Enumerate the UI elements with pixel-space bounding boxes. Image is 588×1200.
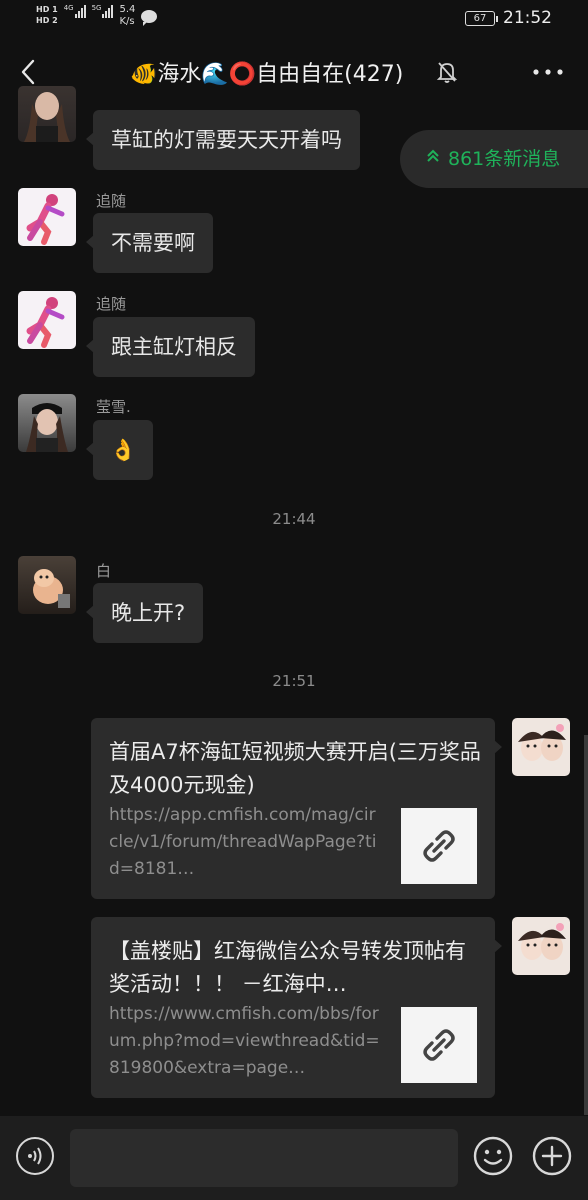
chat-title: 🐠海水🌊⭕自由自在(427) xyxy=(130,62,404,87)
scrollbar[interactable] xyxy=(584,735,588,1115)
hd-1-label: HD 1 xyxy=(36,5,58,14)
clock: 21:52 xyxy=(503,8,552,28)
network-type-2: 5G xyxy=(91,4,102,12)
avatar[interactable] xyxy=(18,394,76,452)
signal-2: 5G xyxy=(92,4,114,18)
double-chevron-up-icon xyxy=(426,131,440,189)
link-card-title: 【盖楼贴】红海微信公众号转发顶帖有奖活动！！！ －红海中… xyxy=(109,939,466,996)
link-card-url: https://app.cmfish.com/mag/circle/v1/for… xyxy=(109,805,377,879)
voice-input-button[interactable] xyxy=(16,1137,54,1175)
signal-1: 4G xyxy=(64,4,86,18)
plus-icon xyxy=(532,1136,572,1176)
link-card-url: https://www.cmfish.com/bbs/forum.php?mod… xyxy=(109,1004,380,1078)
message-bubble[interactable]: 草缸的灯需要天天开着吗 xyxy=(86,110,360,170)
more-functions-button[interactable] xyxy=(532,1136,572,1176)
message-bubble[interactable]: 跟主缸灯相反 xyxy=(86,317,255,377)
link-thumbnail xyxy=(401,808,477,884)
status-left: HD 1 HD 2 4G 5G 5.4 K/s xyxy=(36,4,158,28)
sender-name: 莹雪. xyxy=(96,398,131,416)
network-speed: 5.4 K/s xyxy=(119,4,135,28)
timestamp: 21:44 xyxy=(272,510,316,528)
message-bubble[interactable]: 👌 xyxy=(85,420,154,480)
chat-header: 🐠海水🌊⭕自由自在(427) xyxy=(0,38,588,106)
link-card[interactable]: 首届A7杯海缸短视频大赛开启(三万奖品及4000元现金) https://app… xyxy=(91,718,502,899)
link-thumbnail xyxy=(401,1007,477,1083)
status-right: 67 21:52 xyxy=(465,8,552,28)
back-button[interactable] xyxy=(18,58,40,86)
status-bar: HD 1 HD 2 4G 5G 5.4 K/s 67 21:52 xyxy=(0,0,588,38)
message-notification-icon xyxy=(141,10,158,26)
sender-name: 追随 xyxy=(96,192,127,210)
voice-icon xyxy=(28,1147,42,1165)
message-bubble[interactable]: 晚上开? xyxy=(85,583,204,643)
avatar[interactable] xyxy=(18,86,76,142)
chevron-left-icon xyxy=(21,59,35,85)
avatar[interactable] xyxy=(18,188,76,246)
input-bar xyxy=(0,1116,588,1200)
speed-value: 5.4 xyxy=(119,4,136,15)
sender-name: 白 xyxy=(96,562,112,580)
signal-bars-icon xyxy=(74,4,86,18)
avatar[interactable] xyxy=(18,291,76,349)
new-messages-label: 861条新消息 xyxy=(448,148,561,170)
network-type-1: 4G xyxy=(63,4,74,12)
sim-indicators: HD 1 HD 2 xyxy=(36,4,58,26)
new-messages-button[interactable]: 861条新消息 xyxy=(400,130,588,188)
more-options-button[interactable] xyxy=(530,60,566,84)
more-dots-icon xyxy=(533,69,563,75)
link-icon xyxy=(423,830,455,862)
signal-bars-icon xyxy=(102,4,114,18)
link-card-title: 首届A7杯海缸短视频大赛开启(三万奖品及4000元现金) xyxy=(109,740,481,797)
link-icon xyxy=(423,1029,455,1061)
sender-name: 追随 xyxy=(96,295,127,313)
message-bubble[interactable]: 不需要啊 xyxy=(86,213,213,273)
avatar[interactable] xyxy=(18,556,76,614)
link-card[interactable]: 【盖楼贴】红海微信公众号转发顶帖有奖活动！！！ －红海中… https://ww… xyxy=(91,917,502,1098)
battery-icon: 67 xyxy=(465,10,498,26)
timestamp: 21:51 xyxy=(272,672,316,690)
avatar[interactable] xyxy=(512,718,570,776)
hd-2-label: HD 2 xyxy=(36,16,58,25)
smiley-icon xyxy=(473,1136,513,1176)
message-input[interactable] xyxy=(70,1129,458,1187)
emoji-button[interactable] xyxy=(473,1136,513,1176)
speed-unit: K/s xyxy=(119,16,135,27)
mute-bell-icon xyxy=(436,60,458,84)
avatar[interactable] xyxy=(512,917,570,975)
